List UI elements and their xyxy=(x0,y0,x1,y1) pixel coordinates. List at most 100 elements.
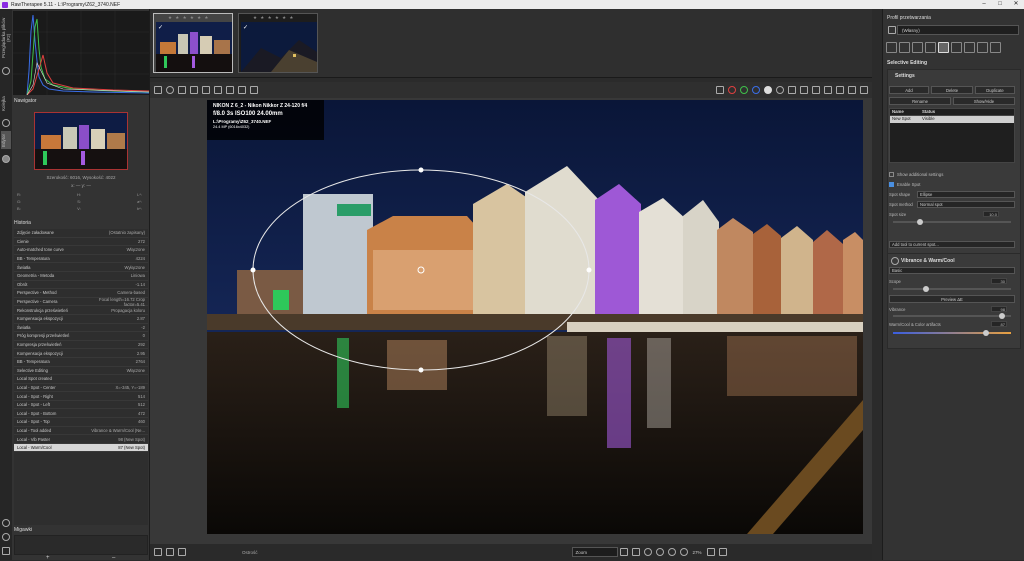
green-channel-icon[interactable] xyxy=(740,86,748,94)
rotate-right-icon[interactable] xyxy=(836,86,844,94)
save-icon[interactable] xyxy=(154,548,162,556)
tab-favorites-icon[interactable] xyxy=(990,42,1001,53)
slider-knob[interactable] xyxy=(923,286,929,292)
spot-size-slider[interactable] xyxy=(893,219,1011,225)
history-row[interactable]: Local - Spot - Bottom 472 xyxy=(14,409,148,419)
history-row[interactable]: Local Spot created xyxy=(14,375,148,384)
detail-window-icon[interactable] xyxy=(706,548,715,556)
tab-meta-icon[interactable] xyxy=(977,42,988,53)
zoom-100-icon[interactable] xyxy=(679,548,688,556)
gear-icon[interactable] xyxy=(2,119,10,127)
close-button[interactable]: ✕ xyxy=(1008,0,1024,9)
scope-value[interactable]: 30 xyxy=(991,278,1007,284)
history-row[interactable]: BB - Temperatura 2764 xyxy=(14,358,148,367)
tab-exposure-icon[interactable] xyxy=(886,42,897,53)
filmstrip-thumbnail[interactable]: ★ ★ ★ ★ ★ ★ ✓ xyxy=(153,13,233,73)
tab-detail-icon[interactable] xyxy=(899,42,910,53)
history-row[interactable]: Local - Spot - Center X=-345, Y=-189 xyxy=(14,384,148,393)
warm-cool-value[interactable]: 87 xyxy=(991,321,1007,327)
tab-editor[interactable]: Edytor xyxy=(1,131,11,149)
zoom-fit-icon[interactable] xyxy=(667,548,676,556)
history-row[interactable]: Local - Spot - Left 512 xyxy=(14,401,148,410)
show-additional-checkbox[interactable]: Show additional settings xyxy=(889,172,943,177)
rename-spot-button[interactable]: Rename xyxy=(889,97,951,105)
tab-advanced-icon[interactable] xyxy=(925,42,936,53)
history-row[interactable]: Local - Spot - Right 514 xyxy=(14,392,148,401)
history-row[interactable]: Selective Editing Włączone xyxy=(14,367,148,376)
external-editor-icon[interactable] xyxy=(178,548,186,556)
zoom-in-icon[interactable] xyxy=(655,548,664,556)
maximize-button[interactable]: □ xyxy=(992,0,1008,9)
remove-bookmark-button[interactable]: – xyxy=(112,555,115,561)
history-row[interactable]: Local - Spot - Top 460 xyxy=(14,418,148,427)
spot-row[interactable]: New Spot Visible xyxy=(890,116,1014,123)
enable-spot-checkbox[interactable]: Enable Spot xyxy=(889,182,920,187)
filmstrip-thumbnail[interactable]: ★ ★ ★ ★ ★ ★ ✓ xyxy=(238,13,318,73)
zoom-out-icon[interactable] xyxy=(643,548,652,556)
red-channel-icon[interactable] xyxy=(728,86,736,94)
history-row[interactable]: Perspective - Camera Focal length=16.72 C… xyxy=(14,297,148,307)
history-row[interactable]: BB - Temperatura 4224 xyxy=(14,255,148,264)
history-row[interactable]: Kompensacja ekspozycji 2.87 xyxy=(14,315,148,324)
history-row[interactable]: Geometria - Metoda Liniowa xyxy=(14,272,148,281)
before-after-icon[interactable] xyxy=(178,86,186,94)
complexity-select[interactable]: Basic xyxy=(889,267,1015,274)
luminance-icon[interactable] xyxy=(764,86,772,94)
history-row[interactable]: Obrót -1.14 xyxy=(14,281,148,290)
history-row[interactable]: Rekonstrukcja prześwietleń Propagacja kol… xyxy=(14,306,148,315)
settings-icon[interactable] xyxy=(2,155,10,163)
duplicate-spot-button[interactable]: Duplicate xyxy=(975,86,1015,94)
settings-title[interactable]: Settings xyxy=(895,73,915,79)
slider-knob[interactable] xyxy=(999,313,1005,319)
tab-raw-icon[interactable] xyxy=(964,42,975,53)
white-balance-icon[interactable] xyxy=(202,86,210,94)
hide-icon[interactable] xyxy=(154,86,162,94)
wrench-icon[interactable] xyxy=(2,519,10,527)
add-tool-select[interactable]: Add tool to current spot... xyxy=(889,241,1015,248)
history-row[interactable]: Zdjęcie załadowane (Ostatnio zapisany) xyxy=(14,229,148,238)
rating-stars[interactable]: ★ ★ ★ ★ ★ ★ xyxy=(168,15,209,21)
prev-image-icon[interactable] xyxy=(619,548,628,556)
delete-spot-button[interactable]: Delete xyxy=(931,86,973,94)
add-spot-button[interactable]: Add xyxy=(889,86,929,94)
navigator-preview[interactable] xyxy=(34,112,128,170)
vibrance-slider[interactable] xyxy=(893,313,1011,319)
preview-delta-e-button[interactable]: Preview ΔE xyxy=(889,295,1015,303)
shadow-clip-icon[interactable] xyxy=(812,86,820,94)
tab-queue[interactable]: Kolejka xyxy=(1,93,11,115)
minimize-button[interactable]: – xyxy=(976,0,992,9)
history-row[interactable]: Local - Warm/Cool 87 (New Spot) xyxy=(14,443,148,453)
blue-channel-icon[interactable] xyxy=(752,86,760,94)
warning-icon[interactable] xyxy=(788,86,796,94)
help-icon[interactable] xyxy=(2,533,10,541)
history-row[interactable]: Światła -2 xyxy=(14,324,148,333)
hand-icon[interactable] xyxy=(190,86,198,94)
rating-stars[interactable]: ★ ★ ★ ★ ★ ★ xyxy=(253,15,294,21)
tab-color-icon[interactable] xyxy=(912,42,923,53)
next-image-icon[interactable] xyxy=(631,548,640,556)
rotate-left-icon[interactable] xyxy=(824,86,832,94)
slider-knob[interactable] xyxy=(983,330,989,336)
focus-mask-icon[interactable] xyxy=(776,86,784,94)
flip-horizontal-icon[interactable] xyxy=(848,86,856,94)
history-row[interactable]: Kompensacja ekspozycji 2.95 xyxy=(14,349,148,358)
scope-slider[interactable] xyxy=(893,286,1011,292)
vibrance-value[interactable]: 98 xyxy=(991,306,1007,312)
info-icon[interactable] xyxy=(166,86,174,94)
folder-icon[interactable] xyxy=(2,67,10,75)
history-row[interactable]: Cienie 272 xyxy=(14,238,148,247)
selective-editing-title[interactable]: Selective Editing xyxy=(887,60,927,66)
queue-icon[interactable] xyxy=(166,548,174,556)
warm-cool-slider[interactable] xyxy=(893,330,1011,336)
show-hide-spot-button[interactable]: Show/Hide xyxy=(953,97,1015,105)
flip-vertical-icon[interactable] xyxy=(860,86,868,94)
fullscreen-icon[interactable] xyxy=(2,547,10,555)
history-row[interactable]: Kompresja prześwietleń 292 xyxy=(14,341,148,350)
preview-image[interactable]: NIKON Z 6_2 - Nikon Nikkor Z 24-120 f/4 … xyxy=(207,100,863,534)
history-row[interactable]: Auto-matched tone curve Włączone xyxy=(14,246,148,255)
history-row[interactable]: Local - Tool added Vibrance & Warm/Cool (… xyxy=(14,427,148,436)
straighten-icon[interactable] xyxy=(238,86,246,94)
history-row[interactable]: Próg kompresji prześwietleń 0 xyxy=(14,332,148,341)
profile-select[interactable]: (Własny) xyxy=(897,25,1019,35)
spot-shape-select[interactable]: Ellipse xyxy=(917,191,1015,198)
